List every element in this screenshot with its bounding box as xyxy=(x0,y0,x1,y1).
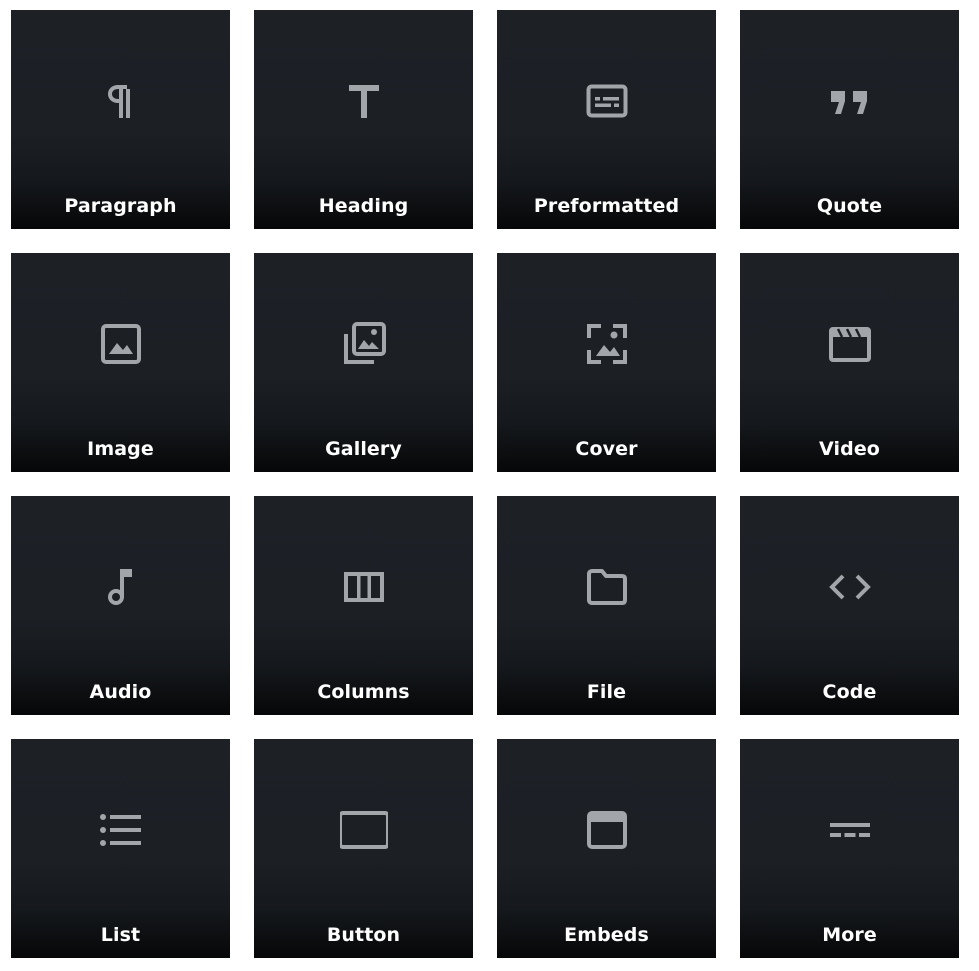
block-columns[interactable]: Columns xyxy=(254,496,473,715)
columns-icon xyxy=(340,563,388,611)
block-label: Video xyxy=(819,438,880,460)
block-video[interactable]: Video xyxy=(740,253,959,472)
block-file[interactable]: File xyxy=(497,496,716,715)
block-label: Paragraph xyxy=(64,195,177,217)
more-icon xyxy=(826,806,874,854)
block-list[interactable]: List xyxy=(11,739,230,958)
block-label: List xyxy=(100,924,141,946)
block-embeds[interactable]: Embeds xyxy=(497,739,716,958)
video-icon xyxy=(826,320,874,368)
block-label: Gallery xyxy=(325,438,402,460)
block-label: Embeds xyxy=(564,924,649,946)
cover-icon xyxy=(583,320,631,368)
code-icon xyxy=(826,563,874,611)
block-more[interactable]: More xyxy=(740,739,959,958)
block-label: Button xyxy=(326,924,401,946)
block-label: Preformatted xyxy=(533,195,680,217)
embeds-icon xyxy=(583,806,631,854)
audio-icon xyxy=(97,563,145,611)
block-label: Image xyxy=(87,438,154,460)
block-paragraph[interactable]: Paragraph xyxy=(11,10,230,229)
block-gallery[interactable]: Gallery xyxy=(254,253,473,472)
block-code[interactable]: Code xyxy=(740,496,959,715)
file-icon xyxy=(583,563,631,611)
paragraph-icon xyxy=(97,77,145,125)
heading-icon xyxy=(340,77,388,125)
block-quote[interactable]: Quote xyxy=(740,10,959,229)
block-label: File xyxy=(586,681,627,703)
block-label: Code xyxy=(822,681,877,703)
block-label: Quote xyxy=(816,195,883,217)
block-label: Audio xyxy=(89,681,152,703)
image-icon xyxy=(97,320,145,368)
block-audio[interactable]: Audio xyxy=(11,496,230,715)
preformatted-icon xyxy=(583,77,631,125)
block-label: Heading xyxy=(318,195,409,217)
block-preformatted[interactable]: Preformatted xyxy=(497,10,716,229)
button-icon xyxy=(339,806,388,854)
gallery-icon xyxy=(340,320,388,368)
block-button[interactable]: Button xyxy=(254,739,473,958)
block-label: Cover xyxy=(575,438,638,460)
list-icon xyxy=(97,806,145,854)
block-label: More xyxy=(822,924,877,946)
block-inserter-grid: Paragraph Heading Preformatted Quote Ima… xyxy=(0,0,979,971)
block-cover[interactable]: Cover xyxy=(497,253,716,472)
block-heading[interactable]: Heading xyxy=(254,10,473,229)
quote-icon xyxy=(826,77,874,125)
block-image[interactable]: Image xyxy=(11,253,230,472)
block-label: Columns xyxy=(317,681,410,703)
